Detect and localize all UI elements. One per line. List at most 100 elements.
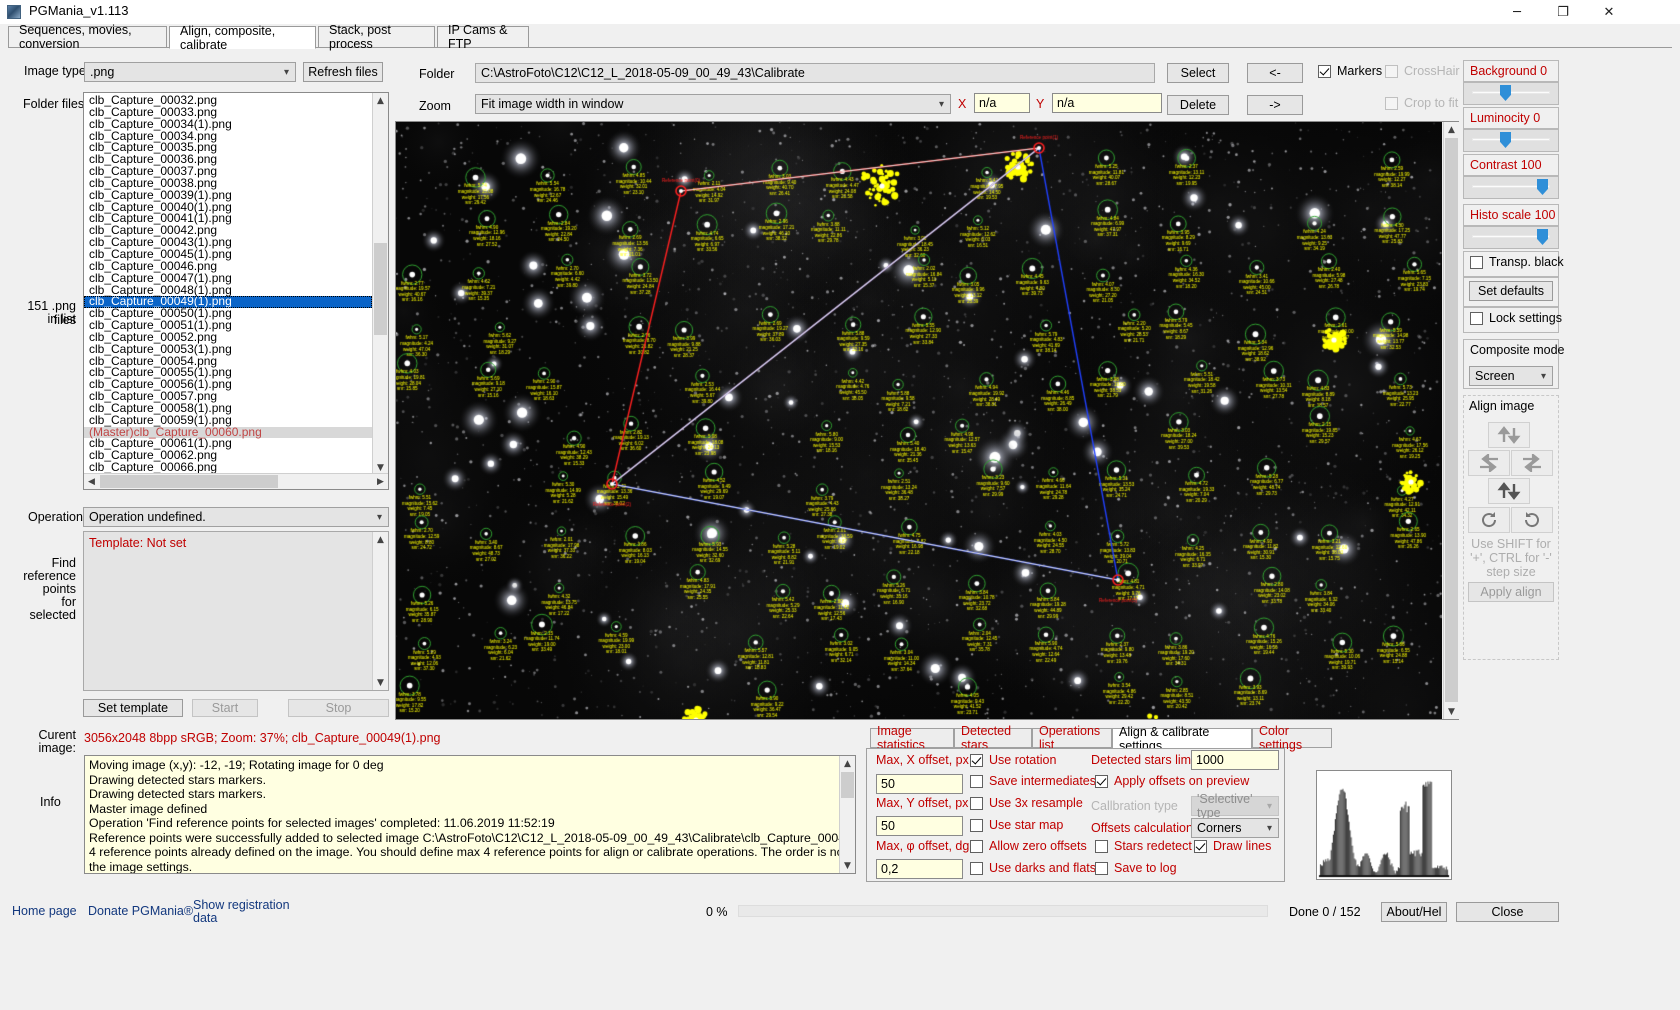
apply-offsets-checkbox[interactable]: Apply offsets on preview — [1095, 774, 1249, 788]
folder-files-listbox[interactable]: clb_Capture_00032.pngclb_Capture_00033.p… — [83, 92, 389, 490]
composite-mode-select[interactable]: Screen ▾ — [1469, 366, 1553, 386]
slider-thumb[interactable] — [1537, 229, 1548, 245]
set-defaults-button[interactable]: Set defaults — [1469, 281, 1553, 301]
stars-redetect-checkbox[interactable]: Stars redetect — [1095, 839, 1192, 853]
tab-align-calibrate-settings[interactable]: Align & calibrate settings — [1112, 728, 1252, 749]
use-3x-resample-checkbox[interactable]: Use 3x resample — [970, 796, 1083, 810]
refresh-files-button[interactable]: Refresh files — [303, 62, 383, 82]
apply-align-button[interactable]: Apply align — [1468, 582, 1554, 602]
align-vertical-button[interactable] — [1488, 478, 1530, 504]
align-right-button[interactable] — [1511, 450, 1553, 476]
markers-checkbox[interactable]: Markers — [1318, 64, 1382, 78]
tab-align-composite-calibrate[interactable]: Align, composite, calibrate — [169, 26, 316, 49]
detected-stars-limit-input[interactable]: 1000 — [1191, 750, 1279, 770]
draw-lines-checkbox[interactable]: Draw lines — [1194, 839, 1271, 853]
files-vertical-scrollbar[interactable]: ▲ ▼ — [372, 93, 388, 475]
donate-link[interactable]: Donate PGMania® — [88, 904, 193, 918]
crop-to-fit-checkbox[interactable]: Crop to fit — [1385, 96, 1458, 110]
minimize-button[interactable]: ─ — [1494, 0, 1540, 24]
scroll-up-icon[interactable]: ▲ — [840, 756, 855, 771]
composite-mode-value: Screen — [1475, 369, 1515, 383]
info-scrollbar[interactable]: ▲ ▼ — [839, 756, 855, 873]
files-scroll-thumb[interactable] — [374, 243, 387, 335]
maximize-button[interactable]: ❐ — [1540, 0, 1586, 24]
image-type-select[interactable]: .png ▾ — [84, 62, 296, 82]
tab-operations-list[interactable]: Operations list — [1032, 728, 1112, 748]
tab-image-statistics[interactable]: Image statistics — [870, 728, 954, 748]
folder-path-field[interactable]: C:\AstroFoto\C12\C12_L_2018-05-09_00_49_… — [475, 63, 1155, 83]
template-listbox[interactable]: Template: Not set ▲ ▼ — [83, 531, 389, 691]
show-registration-link-l2[interactable]: data — [193, 911, 217, 925]
operation-label: Operation — [28, 510, 83, 524]
transp-black-checkbox[interactable]: Transp. black — [1470, 255, 1564, 269]
save-to-log-checkbox[interactable]: Save to log — [1095, 861, 1177, 875]
use-darks-and-flats-checkbox[interactable]: Use darks and flats — [970, 861, 1096, 875]
image-scroll-thumb[interactable] — [1445, 138, 1458, 702]
image-vertical-scrollbar[interactable]: ▲ ▼ — [1443, 122, 1459, 719]
y-coord-input[interactable]: n/a — [1052, 93, 1162, 113]
template-scrollbar[interactable]: ▲ ▼ — [372, 532, 388, 690]
slider-thumb[interactable] — [1500, 132, 1511, 148]
zoom-select[interactable]: Fit image width in window ▾ — [475, 94, 951, 114]
select-folder-button[interactable]: Select — [1167, 63, 1229, 83]
luminocity-slider[interactable] — [1463, 129, 1559, 152]
background-slider[interactable] — [1463, 82, 1559, 105]
save-intermediates-checkbox[interactable]: Save intermediates — [970, 774, 1096, 788]
tab-detected-stars[interactable]: Detected stars — [954, 728, 1032, 748]
draw-lines-label: Draw lines — [1213, 839, 1271, 853]
calibration-type-select[interactable]: 'Selective' type ▾ — [1191, 796, 1279, 816]
scroll-up-icon[interactable]: ▲ — [373, 93, 388, 108]
tab-sequences[interactable]: Sequences, movies, conversion — [8, 26, 167, 48]
folder-label: Folder — [419, 67, 454, 81]
files-horizontal-scrollbar[interactable]: ◀ ▶ — [84, 473, 388, 489]
next-image-button[interactable]: -> — [1247, 95, 1303, 115]
lock-settings-checkbox[interactable]: Lock settings — [1470, 311, 1562, 325]
operation-select[interactable]: Operation undefined. ▾ — [83, 507, 389, 527]
about-help-button[interactable]: About/Hel — [1381, 902, 1447, 922]
app-icon — [7, 5, 21, 19]
rotate-cw-button[interactable] — [1511, 507, 1553, 533]
prev-image-button[interactable]: <- — [1247, 63, 1303, 83]
contrast-slider[interactable] — [1463, 176, 1559, 199]
use-rotation-checkbox[interactable]: Use rotation — [970, 753, 1056, 767]
rotate-ccw-button[interactable] — [1468, 507, 1510, 533]
scroll-up-icon[interactable]: ▲ — [1444, 122, 1459, 137]
use-star-map-checkbox[interactable]: Use star map — [970, 818, 1063, 832]
slider-thumb[interactable] — [1500, 85, 1511, 101]
histo-scale-slider[interactable] — [1463, 226, 1559, 249]
astro-image-preview[interactable] — [396, 122, 1442, 719]
max-phi-offset-input[interactable]: 0,2 — [876, 859, 963, 879]
contrast-label: Contrast 100 — [1470, 158, 1542, 172]
offsets-calculation-label: Offsets calculation — [1091, 821, 1193, 835]
home-page-link[interactable]: Home page — [12, 904, 77, 918]
align-up-down-button[interactable] — [1488, 422, 1530, 448]
max-x-offset-input[interactable]: 50 — [876, 774, 963, 794]
offsets-calculation-select[interactable]: Corners ▾ — [1191, 818, 1279, 838]
start-button[interactable]: Start — [192, 699, 258, 717]
info-textbox[interactable]: Moving image (x,y): -12, -19; Rotating i… — [84, 755, 856, 874]
tab-color-settings[interactable]: Color settings — [1252, 728, 1332, 748]
tab-stack-post-process[interactable]: Stack, post process — [318, 26, 435, 48]
close-window-button[interactable]: ✕ — [1586, 0, 1632, 24]
crosshair-checkbox[interactable]: CrossHair — [1385, 64, 1460, 78]
close-button[interactable]: Close — [1456, 902, 1559, 922]
x-coord-input[interactable]: n/a — [974, 93, 1030, 113]
max-y-offset-input[interactable]: 50 — [876, 816, 963, 836]
stop-button[interactable]: Stop — [288, 699, 389, 717]
tab-ip-cams-ftp[interactable]: IP Cams & FTP — [437, 26, 529, 48]
allow-zero-offsets-checkbox[interactable]: Allow zero offsets — [970, 839, 1087, 853]
slider-thumb[interactable] — [1537, 179, 1548, 195]
scroll-right-icon[interactable]: ▶ — [373, 474, 388, 489]
set-template-button[interactable]: Set template — [83, 699, 183, 717]
scroll-down-icon[interactable]: ▼ — [1444, 704, 1459, 719]
files-hscroll-thumb[interactable] — [100, 475, 278, 488]
info-scroll-thumb[interactable] — [841, 772, 854, 798]
scroll-down-icon[interactable]: ▼ — [840, 858, 855, 873]
settings-tabstrip: Image statistics Detected stars Operatio… — [870, 728, 1295, 748]
scroll-down-icon[interactable]: ▼ — [373, 675, 388, 690]
scroll-left-icon[interactable]: ◀ — [84, 474, 99, 489]
show-registration-link-l1[interactable]: Show registration — [193, 898, 290, 912]
scroll-up-icon[interactable]: ▲ — [373, 532, 388, 547]
align-left-button[interactable] — [1468, 450, 1510, 476]
delete-button[interactable]: Delete — [1167, 95, 1229, 115]
